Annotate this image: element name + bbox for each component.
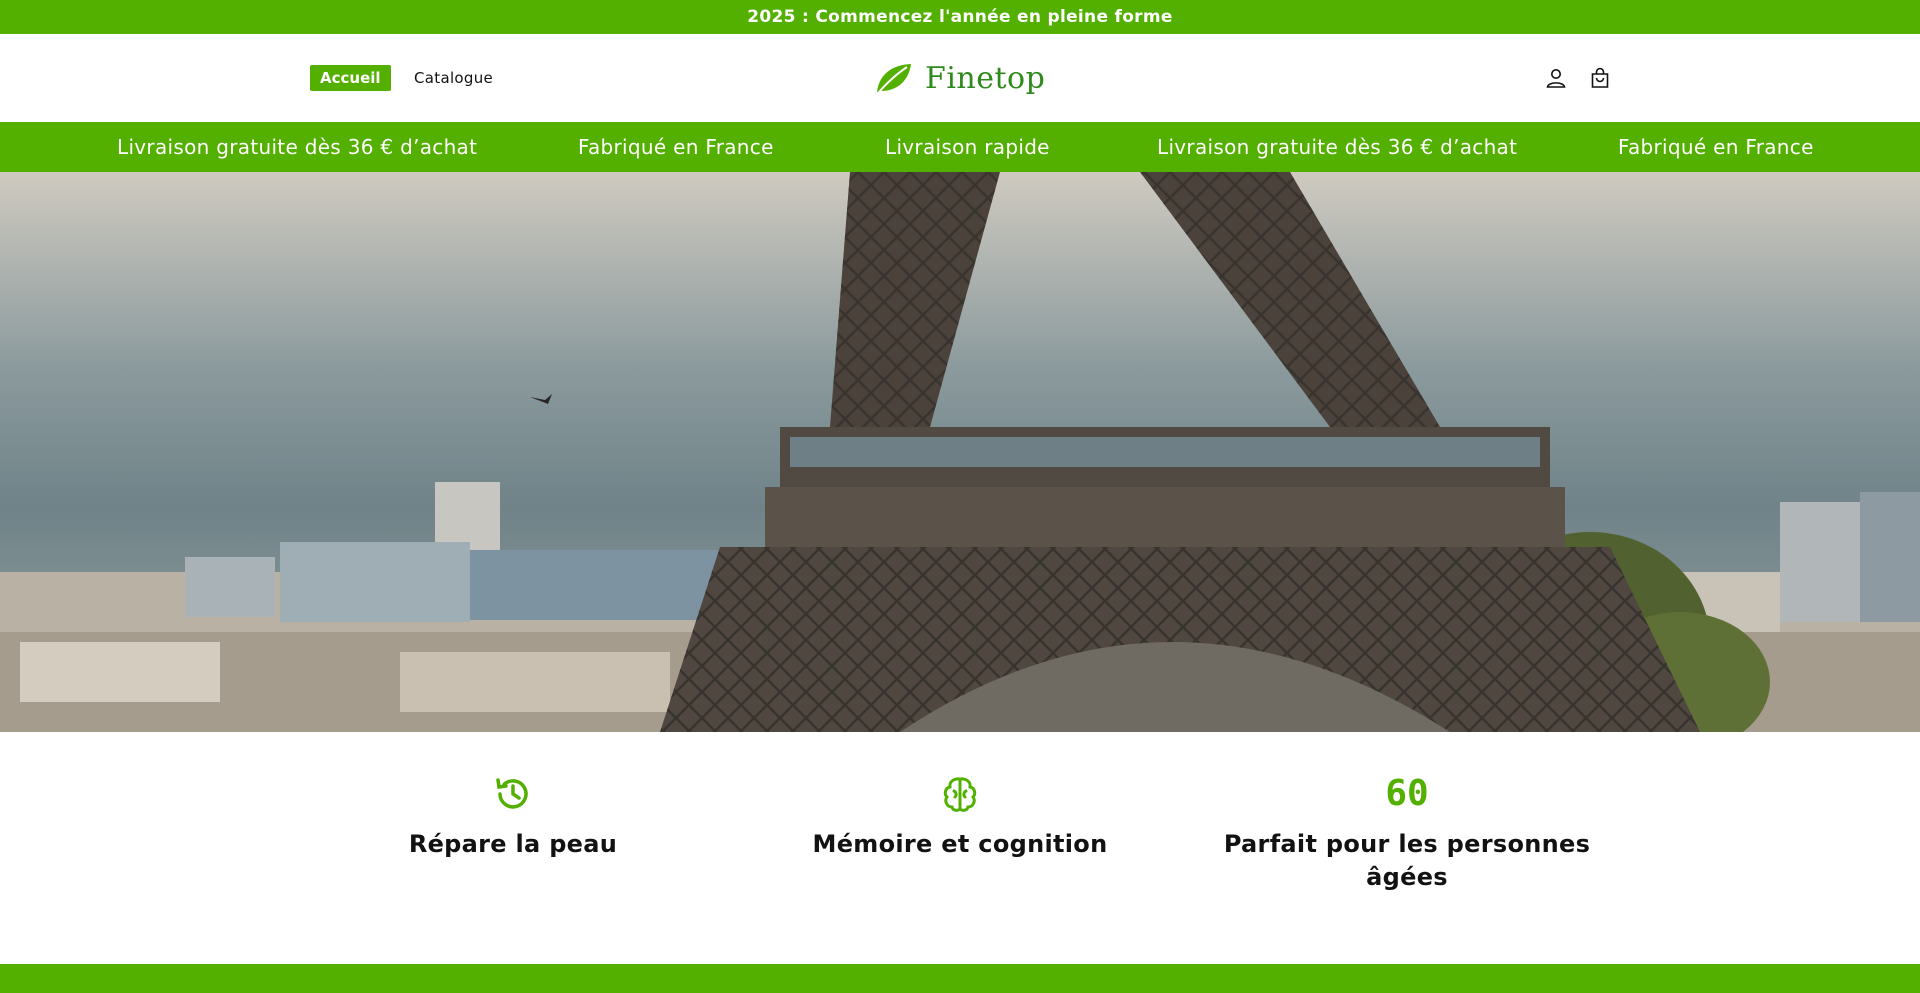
benefits-marquee: Livraison gratuite dès 36 € d’achat Fabr… — [0, 122, 1920, 172]
feature-title: Répare la peau — [408, 830, 618, 858]
site-header: Accueil Catalogue Finetop — [0, 34, 1920, 122]
announcement-bar: 2025 : Commencez l'année en pleine forme — [0, 0, 1920, 34]
sixty-icon: 60 — [1385, 773, 1429, 814]
features-section: Répare la peau Mémoire et cognition 60 P… — [0, 732, 1920, 964]
cart-icon[interactable] — [1587, 64, 1613, 92]
marquee-item: Fabriqué en France — [578, 135, 774, 159]
feature-item: 60 Parfait pour les personnes âgées — [1207, 772, 1607, 894]
site-logo[interactable]: Finetop — [873, 56, 1045, 100]
marquee-item: Fabriqué en France — [1618, 135, 1814, 159]
footer-bar — [0, 964, 1920, 993]
leaf-icon — [877, 64, 911, 93]
nav-link-catalogue[interactable]: Catalogue — [414, 65, 493, 91]
marquee-item: Livraison gratuite dès 36 € d’achat — [117, 135, 478, 159]
account-icon[interactable] — [1543, 64, 1569, 92]
feature-title: Parfait pour les personnes âgées — [1223, 830, 1591, 891]
hero-image — [0, 172, 1920, 732]
feature-item: Répare la peau — [313, 772, 713, 861]
history-icon — [496, 778, 528, 809]
logo-text: Finetop — [925, 60, 1046, 96]
marquee-item: Livraison rapide — [885, 135, 1050, 159]
announcement-text: 2025 : Commencez l'année en pleine forme — [747, 7, 1173, 27]
feature-title: Mémoire et cognition — [812, 830, 1108, 858]
brain-icon — [943, 777, 977, 812]
nav-link-accueil[interactable]: Accueil — [310, 65, 391, 91]
marquee-item: Livraison gratuite dès 36 € d’achat — [1157, 135, 1518, 159]
eiffel-tower-scene — [0, 172, 1920, 732]
feature-item: Mémoire et cognition — [760, 772, 1160, 861]
